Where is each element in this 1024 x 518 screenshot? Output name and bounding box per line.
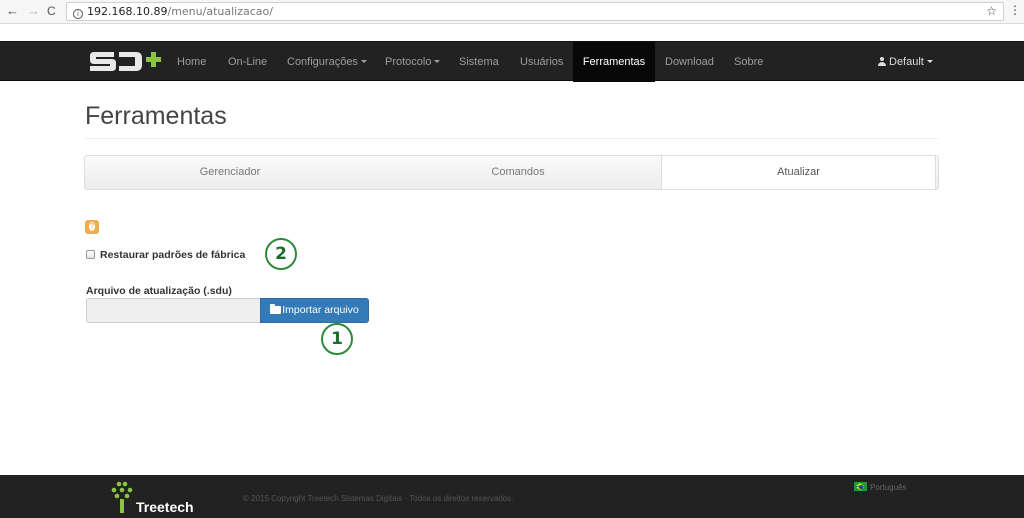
nav-usuarios[interactable]: Usuários: [511, 42, 572, 82]
footer: Treetech © 2015 Copyright Treetech Siste…: [0, 475, 1024, 518]
address-bar[interactable]: i 192.168.10.89/menu/atualizacao/ ☆: [66, 2, 1004, 21]
nav-protocolo-label: Protocolo: [385, 56, 432, 68]
footer-brand: Treetech: [136, 499, 194, 515]
nav-sistema[interactable]: Sistema: [450, 42, 508, 82]
tab-gerenciador[interactable]: Gerenciador: [85, 156, 375, 189]
page-title: Ferramentas: [85, 102, 227, 130]
import-file-button-label: Importar arquivo: [282, 304, 359, 316]
info-icon[interactable]: i: [73, 9, 83, 19]
reload-icon[interactable]: C: [47, 3, 56, 19]
import-file-button[interactable]: Importar arquivo: [260, 298, 369, 323]
back-arrow-icon[interactable]: ←: [6, 3, 19, 19]
browser-menu-icon[interactable]: ⋮: [1009, 3, 1021, 17]
nav-protocolo[interactable]: Protocolo: [376, 42, 449, 82]
user-icon: [878, 57, 886, 66]
bookmark-star-icon[interactable]: ☆: [986, 3, 997, 20]
browser-toolbar: ← → C i 192.168.10.89/menu/atualizacao/ ☆…: [0, 0, 1024, 24]
nav-online[interactable]: On-Line: [219, 42, 276, 82]
nav-ferramentas[interactable]: Ferramentas: [573, 42, 655, 82]
user-menu-label: Default: [889, 56, 924, 68]
language-label: Português: [870, 483, 907, 492]
url-host: 192.168.10.89: [87, 5, 168, 18]
nav-configuracoes[interactable]: Configurações: [278, 42, 376, 82]
update-file-input[interactable]: [86, 298, 261, 323]
tool-tabs: Gerenciador Comandos Atualizar: [84, 155, 939, 190]
top-navbar: Home On-Line Configurações Protocolo Sis…: [0, 41, 1024, 82]
annotation-marker-2: 2: [265, 238, 297, 270]
nav-download[interactable]: Download: [656, 42, 723, 82]
sd-logo-icon[interactable]: [88, 48, 162, 74]
tab-atualizar[interactable]: Atualizar: [661, 156, 936, 189]
help-icon[interactable]: [85, 220, 99, 234]
caret-down-icon: [926, 60, 933, 63]
copyright-text: © 2015 Copyright Treetech Sistemas Digit…: [243, 494, 514, 503]
annotation-marker-1: 1: [321, 323, 353, 355]
url-path: /menu/atualizacao/: [167, 5, 273, 18]
user-menu[interactable]: Default: [878, 42, 933, 82]
nav-home[interactable]: Home: [168, 42, 215, 82]
title-divider: [85, 138, 938, 139]
restore-defaults-checkbox[interactable]: [86, 250, 95, 259]
folder-open-icon: [270, 304, 282, 314]
caret-down-icon: [360, 60, 367, 63]
forward-arrow-icon[interactable]: →: [27, 3, 40, 19]
nav-sobre[interactable]: Sobre: [725, 42, 772, 82]
caret-down-icon: [434, 60, 441, 63]
brazil-flag-icon: [854, 482, 867, 491]
tab-comandos[interactable]: Comandos: [375, 156, 661, 189]
language-selector[interactable]: Português: [854, 482, 906, 492]
restore-defaults-label[interactable]: Restaurar padrões de fábrica: [100, 249, 245, 261]
update-file-label: Arquivo de atualização (.sdu): [86, 285, 232, 297]
nav-configuracoes-label: Configurações: [287, 56, 358, 68]
